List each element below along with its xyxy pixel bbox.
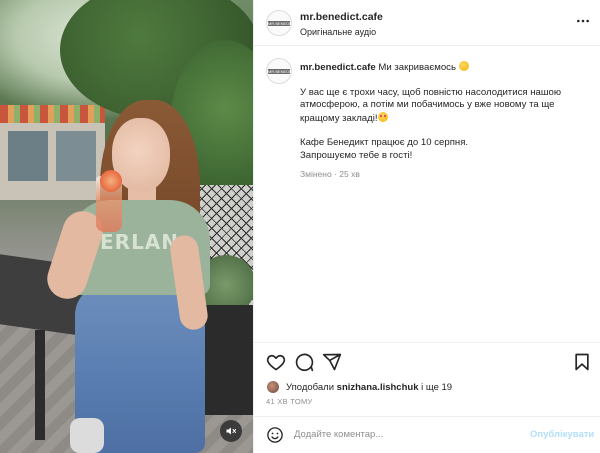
action-bar bbox=[254, 342, 600, 378]
share-icon[interactable] bbox=[322, 352, 342, 372]
smiling-face-icon bbox=[458, 61, 469, 71]
post-dialog: ERLAN MR.BENEDICT mr.benedict.cafe Оригі… bbox=[0, 0, 600, 453]
header-username[interactable]: mr.benedict.cafe bbox=[300, 11, 383, 23]
liker-avatar bbox=[266, 380, 280, 394]
bookmark-icon[interactable] bbox=[572, 352, 592, 372]
video-building bbox=[0, 105, 105, 200]
likes-summary[interactable]: Уподобали snizhana.lishchuk і ще 19 bbox=[266, 378, 452, 396]
speaker-muted-icon bbox=[226, 427, 236, 435]
comment-icon[interactable] bbox=[294, 352, 314, 372]
comment-input[interactable]: Додайте коментар... bbox=[294, 429, 383, 440]
caption-line-1: У вас ще є трохи часу, щоб повністю насо… bbox=[300, 86, 562, 124]
caption-avatar[interactable]: MR.BENEDICT bbox=[266, 58, 292, 84]
liker-username[interactable]: snizhana.lishchuk bbox=[337, 382, 419, 393]
heart-icon[interactable] bbox=[266, 352, 286, 372]
emoji-icon[interactable] bbox=[266, 426, 284, 444]
mute-button[interactable] bbox=[220, 420, 242, 442]
post-sidebar: MR.BENEDICT mr.benedict.cafe Оригінальне… bbox=[253, 0, 600, 453]
post-timestamp[interactable]: 41 ХВ ТОМУ bbox=[266, 397, 313, 406]
more-horizontal-icon[interactable] bbox=[576, 14, 590, 28]
caption-line-3: Запрошуємо тебе в гості! bbox=[300, 149, 413, 161]
post-comment-button[interactable]: Опублікувати bbox=[530, 429, 594, 440]
caption-username[interactable]: mr.benedict.cafe bbox=[300, 62, 376, 73]
caption-line-2: Кафе Бенедикт працює до 10 серпня. bbox=[300, 137, 469, 148]
avatar[interactable]: MR.BENEDICT bbox=[266, 10, 292, 36]
post-header: MR.BENEDICT mr.benedict.cafe Оригінальне… bbox=[254, 0, 600, 46]
comment-bar: Додайте коментар... Опублікувати bbox=[254, 416, 600, 453]
shirt-print: ERLAN bbox=[100, 230, 180, 254]
post-video[interactable]: ERLAN bbox=[0, 0, 253, 453]
original-audio-link[interactable]: Оригінальне аудіо bbox=[300, 27, 376, 37]
caption-title: Ми закриваємось bbox=[378, 62, 456, 73]
caption-edited-time: Змінено · 25 хв bbox=[300, 169, 360, 179]
heart-eyes-icon bbox=[377, 111, 388, 122]
